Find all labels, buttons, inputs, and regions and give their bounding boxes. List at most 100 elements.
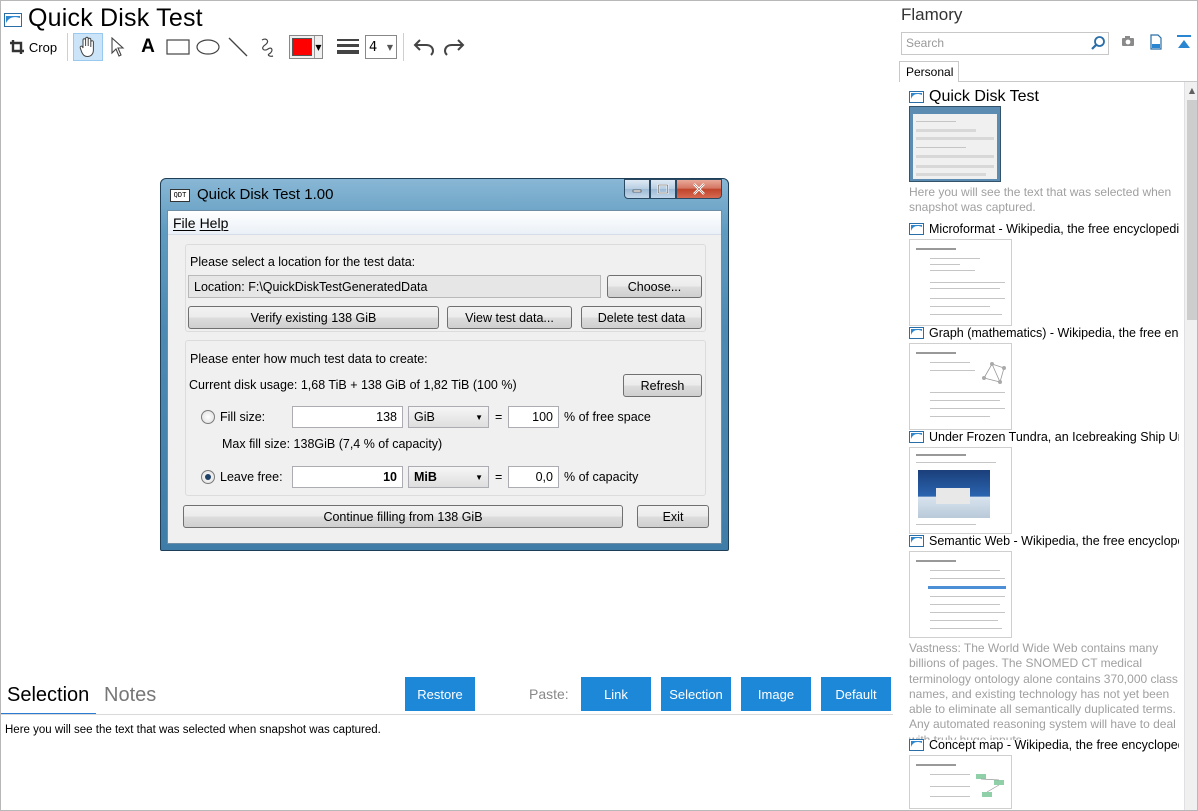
captured-window: QDT Quick Disk Test 1.00 File Help Pleas… [160, 178, 729, 551]
snapshot-title: Quick Disk Test [929, 87, 1039, 105]
menu-help[interactable]: Help [200, 215, 229, 231]
leave-percent-label: % of capacity [564, 470, 639, 484]
snapshot-title: Semantic Web - Wikipedia, the free encyc… [929, 534, 1179, 548]
fill-size-unit: GiB [414, 410, 435, 424]
scroll-up-icon[interactable]: ▲ [1185, 82, 1198, 98]
maximize-button[interactable] [650, 179, 676, 199]
color-picker[interactable]: ▼ [289, 35, 323, 59]
snapshot-thumbnail [909, 343, 1012, 430]
paste-label: Paste: [529, 686, 569, 702]
pan-tool-button[interactable] [73, 33, 103, 61]
chevron-down-icon: ▼ [386, 42, 393, 52]
snapshot-item[interactable]: Graph (mathematics) - Wikipedia, the fre… [909, 325, 1185, 430]
window-titlebar: QDT Quick Disk Test 1.00 [161, 179, 728, 209]
snapshot-header: Under Frozen Tundra, an Icebreaking Ship… [909, 429, 1185, 445]
text-tool-icon: A [141, 36, 155, 57]
leave-free-radio[interactable] [201, 470, 215, 484]
tabs-divider [0, 714, 893, 715]
search-icon[interactable] [1090, 35, 1106, 51]
refresh-button[interactable]: Refresh [623, 374, 702, 397]
paste-image-button[interactable]: Image [741, 677, 811, 711]
app-icon: QDT [170, 189, 190, 202]
ellipse-tool-button[interactable] [193, 33, 223, 61]
camera-icon[interactable] [1121, 34, 1135, 48]
fill-size-input[interactable]: 138 [292, 406, 403, 428]
exit-button[interactable]: Exit [637, 505, 709, 528]
undo-button[interactable] [409, 33, 439, 61]
snapshot-header: Quick Disk Test [909, 87, 1185, 106]
chevron-down-icon: ▼ [475, 412, 483, 422]
fill-size-label: Fill size: [220, 410, 266, 424]
tab-personal[interactable]: Personal [899, 61, 959, 82]
chevron-down-icon: ▼ [475, 472, 483, 482]
paste-default-button[interactable]: Default [821, 677, 891, 711]
leave-percent-input[interactable]: 0,0 [508, 466, 559, 488]
leave-free-label: Leave free: [220, 470, 283, 484]
snapshot-item[interactable]: Quick Disk Test Here you will see the te… [909, 87, 1185, 216]
fill-percent-input[interactable]: 100 [508, 406, 559, 428]
close-button[interactable] [676, 179, 722, 199]
snapshot-icon [909, 327, 924, 339]
snapshot-item[interactable]: Semantic Web - Wikipedia, the free encyc… [909, 533, 1185, 740]
hand-icon [79, 36, 94, 58]
select-tool-button[interactable] [103, 33, 133, 61]
snapshot-thumbnail [909, 239, 1012, 326]
search-input[interactable]: Search [901, 32, 1109, 55]
disk-usage-text: Current disk usage: 1,68 TiB + 138 GiB o… [189, 378, 517, 392]
freehand-tool-button[interactable] [253, 33, 283, 61]
fill-size-unit-select[interactable]: GiB ▼ [408, 406, 489, 428]
rectangle-tool-button[interactable] [163, 33, 193, 61]
equals-sign: = [495, 410, 503, 424]
annotation-toolbar: Crop A ▼ 4 ▼ [4, 32, 484, 62]
tab-selection[interactable]: Selection [7, 684, 89, 707]
restore-button[interactable]: Restore [405, 677, 475, 711]
snapshot-item[interactable]: Microformat - Wikipedia, the free encycl… [909, 221, 1185, 326]
verify-button[interactable]: Verify existing 138 GiB [188, 306, 439, 329]
snapshot-selection-text: Vastness: The World Wide Web contains ma… [909, 641, 1178, 740]
view-test-data-button[interactable]: View test data... [447, 306, 572, 329]
chevron-down-icon: ▼ [314, 36, 322, 58]
close-icon [693, 183, 705, 195]
document-icon[interactable] [1149, 34, 1163, 50]
equals-sign: = [495, 470, 503, 484]
snapshot-header: Graph (mathematics) - Wikipedia, the fre… [909, 325, 1185, 341]
snapshot-header: Semantic Web - Wikipedia, the free encyc… [909, 533, 1185, 549]
leave-free-unit: MiB [414, 470, 437, 484]
continue-filling-button[interactable]: Continue filling from 138 GiB [183, 505, 623, 528]
choose-button[interactable]: Choose... [607, 275, 702, 298]
window-client: File Help Please select a location for t… [167, 210, 722, 544]
redo-button[interactable] [439, 33, 469, 61]
menu-file[interactable]: File [173, 215, 196, 231]
delete-test-data-button[interactable]: Delete test data [581, 306, 702, 329]
selection-text[interactable]: Here you will see the text that was sele… [5, 724, 381, 736]
snapshot-item[interactable]: Under Frozen Tundra, an Icebreaking Ship… [909, 429, 1185, 534]
ellipse-icon [196, 39, 220, 55]
collapse-icon[interactable] [1176, 34, 1192, 50]
leave-free-unit-select[interactable]: MiB ▼ [408, 466, 489, 488]
snapshot-thumbnail [909, 106, 1001, 182]
minimize-icon [632, 189, 642, 193]
line-width-value: 4 [369, 39, 378, 55]
scrollbar-thumb[interactable] [1187, 100, 1197, 320]
snapshot-item[interactable]: Concept map - Wikipedia, the free encycl… [909, 737, 1185, 809]
window-controls [624, 179, 722, 199]
tab-notes[interactable]: Notes [104, 684, 156, 707]
snapshot-icon [4, 13, 22, 27]
fill-percent-label: % of free space [564, 410, 651, 424]
minimize-button[interactable] [624, 179, 650, 199]
line-tool-button[interactable] [223, 33, 253, 61]
snapshot-icon [909, 739, 924, 751]
paste-selection-button[interactable]: Selection [661, 677, 731, 711]
leave-free-input[interactable]: 10 [292, 466, 403, 488]
toolbar-divider [403, 33, 404, 61]
paste-link-button[interactable]: Link [581, 677, 651, 711]
snapshot-icon [909, 90, 924, 103]
text-tool-button[interactable]: A [133, 33, 163, 61]
snapshot-title: Microformat - Wikipedia, the free encycl… [929, 222, 1179, 236]
fill-size-radio[interactable] [201, 410, 215, 424]
sidebar-scrollbar[interactable]: ▲ [1184, 82, 1198, 811]
snapshot-title: Under Frozen Tundra, an Icebreaking Ship… [929, 430, 1179, 444]
crop-button[interactable]: Crop [4, 33, 62, 61]
line-width-select[interactable]: 4 ▼ [365, 35, 397, 59]
snapshot-title: Graph (mathematics) - Wikipedia, the fre… [929, 326, 1179, 340]
